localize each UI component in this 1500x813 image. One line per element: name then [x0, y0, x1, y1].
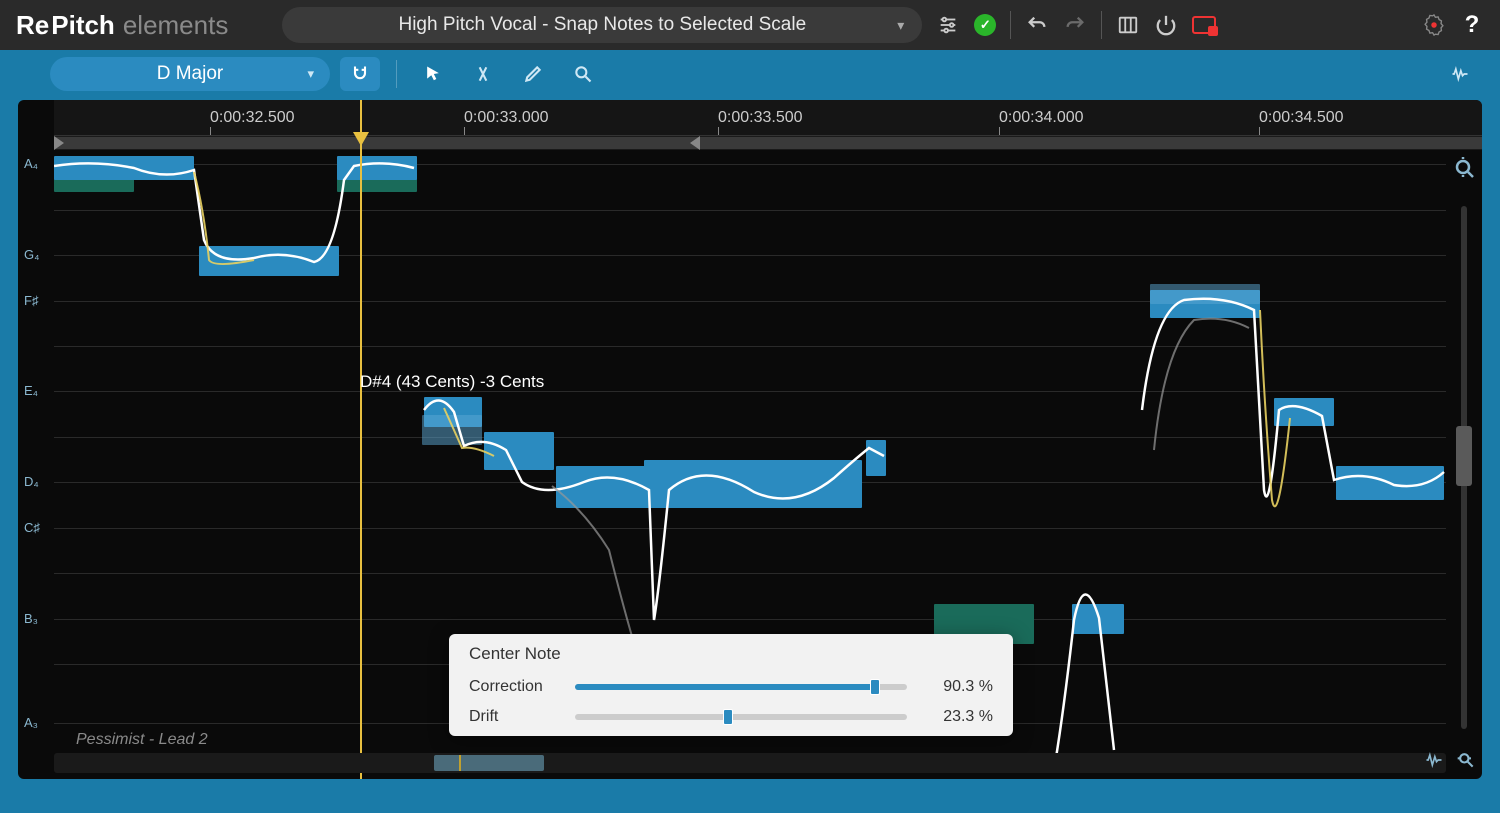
note-label: C♯	[24, 520, 40, 535]
chevron-down-icon: ▾	[307, 66, 314, 82]
note-block[interactable]	[422, 415, 482, 445]
note-block[interactable]	[484, 432, 554, 470]
redo-button[interactable]	[1063, 13, 1087, 37]
divider	[1101, 11, 1102, 39]
split-tool-button[interactable]	[463, 57, 503, 91]
correction-slider[interactable]	[575, 684, 907, 690]
capture-lock-icon[interactable]	[1192, 13, 1216, 37]
note-labels: A₄ G₄ F♯ E₄ D₄ C♯ B₃ A₃	[18, 150, 54, 749]
zoom-fit-icon[interactable]	[1456, 750, 1476, 775]
arrow-tool-button[interactable]	[413, 57, 453, 91]
note-block[interactable]	[644, 460, 862, 508]
horizontal-scrollbar[interactable]	[54, 753, 1446, 773]
overview-bar[interactable]	[54, 136, 1482, 150]
separator	[396, 60, 397, 88]
note-block[interactable]	[1274, 398, 1334, 426]
status-ok-icon[interactable]	[974, 14, 996, 36]
undo-button[interactable]	[1025, 13, 1049, 37]
note-label: A₃	[24, 715, 38, 730]
right-gutter	[1446, 150, 1482, 749]
note-label: G₄	[24, 247, 39, 262]
note-label: A₄	[24, 156, 38, 171]
note-block[interactable]	[1072, 604, 1124, 634]
draw-tool-button[interactable]	[513, 57, 553, 91]
logo-elements: elements	[123, 10, 229, 41]
waveform-toggle-icon[interactable]	[1424, 750, 1444, 775]
scale-dropdown[interactable]: D Major ▾	[50, 57, 330, 91]
logo-pitch: Pitch	[51, 10, 115, 41]
note-block[interactable]	[1150, 284, 1260, 304]
note-block[interactable]	[199, 246, 339, 276]
note-label: B₃	[24, 611, 38, 626]
chevron-down-icon: ▾	[897, 17, 904, 34]
gear-icon[interactable]	[1422, 13, 1446, 37]
preset-dropdown[interactable]: High Pitch Vocal - Snap Notes to Selecte…	[282, 7, 922, 43]
note-label: F♯	[24, 293, 38, 308]
note-block[interactable]	[1336, 466, 1444, 500]
time-tick: 0:00:32.500	[210, 100, 295, 135]
time-tick: 0:00:34.500	[1259, 100, 1344, 135]
preset-label: High Pitch Vocal - Snap Notes to Selecte…	[398, 14, 806, 36]
pitch-editor: 0:00:32.500 0:00:33.000 0:00:33.500 0:00…	[18, 100, 1482, 779]
bottom-right-controls	[1424, 750, 1476, 775]
note-label: E₄	[24, 383, 38, 398]
divider	[1010, 11, 1011, 39]
correction-value: 90.3 %	[923, 678, 993, 696]
note-block[interactable]	[556, 466, 646, 508]
drift-slider[interactable]	[575, 714, 907, 720]
zoom-tool-button[interactable]	[563, 57, 603, 91]
track-name: Pessimist - Lead 2	[76, 731, 208, 749]
top-bar: RePitch elements High Pitch Vocal - Snap…	[0, 0, 1500, 50]
snap-magnet-button[interactable]	[340, 57, 380, 91]
help-icon[interactable]: ?	[1460, 13, 1484, 37]
zoom-vertical-icon[interactable]	[1452, 156, 1476, 180]
playhead[interactable]	[360, 100, 362, 779]
scale-label: D Major	[157, 63, 224, 85]
vertical-scrollbar[interactable]	[1461, 206, 1467, 729]
note-block[interactable]	[54, 156, 194, 180]
time-tick: 0:00:33.000	[464, 100, 549, 135]
time-tick: 0:00:33.500	[718, 100, 803, 135]
drift-label: Drift	[469, 708, 559, 726]
app-logo: RePitch elements	[16, 10, 228, 41]
drift-value: 23.3 %	[923, 708, 993, 726]
power-icon[interactable]	[1154, 13, 1178, 37]
note-grid[interactable]: D#4 (43 Cents) -3 Cents Center Note Corr…	[54, 150, 1446, 749]
note-block[interactable]	[337, 156, 417, 180]
note-label: D₄	[24, 474, 39, 489]
correction-label: Correction	[469, 678, 559, 696]
time-tick: 0:00:34.000	[999, 100, 1084, 135]
time-ruler[interactable]: 0:00:32.500 0:00:33.000 0:00:33.500 0:00…	[54, 100, 1482, 136]
view-columns-icon[interactable]	[1116, 13, 1140, 37]
logo-re: Re	[16, 10, 49, 41]
note-readout: D#4 (43 Cents) -3 Cents	[360, 372, 544, 392]
toolbar: D Major ▾	[0, 50, 1500, 98]
settings-sliders-icon[interactable]	[936, 13, 960, 37]
note-block[interactable]	[866, 440, 886, 476]
waveform-view-icon[interactable]	[1440, 57, 1480, 91]
panel-title: Center Note	[469, 644, 993, 664]
center-note-panel: Center Note Correction 90.3 % Drift 23.3…	[449, 634, 1013, 736]
